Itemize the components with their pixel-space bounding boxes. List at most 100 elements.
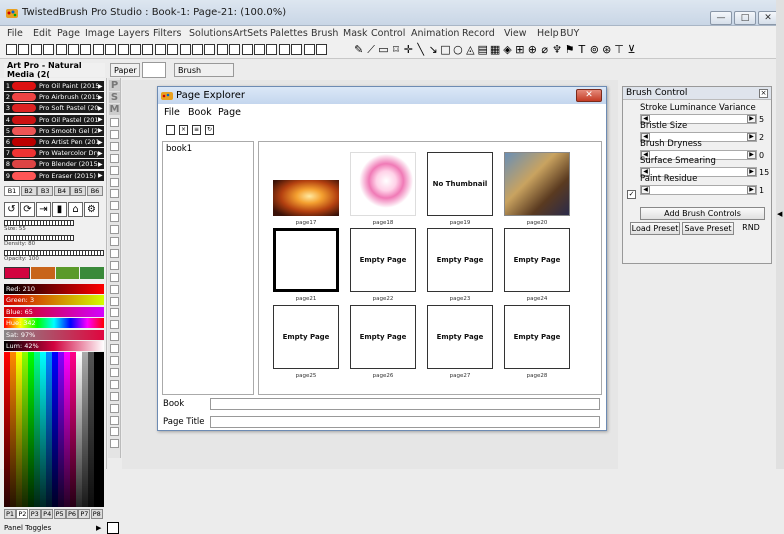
color-slider[interactable]: Red: 210 [4, 284, 104, 294]
swatch-red[interactable] [4, 267, 30, 279]
toolbar-tool-4-icon[interactable] [43, 44, 55, 55]
strip-slot-16[interactable] [110, 296, 119, 306]
menu-control[interactable]: Control [371, 28, 405, 39]
swatch-orange[interactable] [30, 267, 55, 279]
toolbar-tool-47-icon[interactable]: T [576, 44, 587, 55]
toolbar-tool-51-icon[interactable]: ⊻ [626, 44, 637, 55]
page-explorer-menu-page[interactable]: Page [218, 107, 241, 118]
toolbar-tool-35-icon[interactable]: ↘ [428, 44, 439, 55]
toolbar-tool-14-icon[interactable] [167, 44, 179, 55]
menu-layers[interactable]: Layers [118, 28, 149, 39]
side-letter-s[interactable]: S [109, 92, 120, 103]
toolbar-tool-40-icon[interactable]: ▦ [490, 44, 501, 55]
strip-slot-10[interactable] [110, 225, 119, 235]
brush-arrow-icon[interactable]: ▶ [98, 116, 104, 123]
brush-arrow-icon[interactable]: ▶ [98, 105, 104, 112]
toolbar-tool-26-icon[interactable] [316, 44, 327, 55]
toolbar-tool-23-icon[interactable] [278, 44, 290, 55]
toolbar-tool-2-icon[interactable] [18, 44, 30, 55]
panel-toggles-box[interactable] [107, 522, 119, 534]
strip-slot-15[interactable] [110, 284, 119, 294]
strip-slot-24[interactable] [110, 391, 119, 401]
page-thumbnail[interactable] [350, 152, 416, 216]
page-thumbnail[interactable] [504, 152, 570, 216]
toolbar-tool-16-icon[interactable] [192, 44, 203, 55]
toolbar-tool-10-icon[interactable] [117, 44, 129, 55]
page-thumbnail[interactable]: Empty Page [350, 228, 416, 292]
brush-item[interactable]: 7 Pro Watercolor Dry 2▶ [4, 148, 104, 159]
menu-edit[interactable]: Edit [33, 28, 51, 39]
page-thumbnail[interactable] [273, 180, 339, 216]
strip-slot-4[interactable] [110, 153, 119, 163]
slider-right-icon[interactable]: ▶ [747, 115, 756, 123]
toolbar-tool-32-icon[interactable]: ⌑ [390, 44, 401, 55]
strip-slot-12[interactable] [110, 248, 119, 258]
menu-image[interactable]: Image [85, 28, 115, 39]
brush-page-tab-b3[interactable]: B3 [37, 186, 54, 196]
toolbar-tool-43-icon[interactable]: ⊕ [527, 44, 538, 55]
brush-item[interactable]: 1 Pro Oil Paint (2015) ▶ [4, 81, 104, 91]
brush-page-tab-b2[interactable]: B2 [20, 186, 37, 196]
maximize-button[interactable]: □ [734, 11, 756, 25]
page-thumbnail[interactable]: Empty Page [350, 305, 416, 369]
color-palette-grid[interactable] [4, 352, 104, 507]
menu-page[interactable]: Page [57, 28, 80, 39]
brush-tool-2-icon[interactable]: ⟳ [20, 202, 35, 217]
page-thumbnail[interactable]: Empty Page [273, 305, 339, 369]
toolbar-tool-37-icon[interactable]: ○ [452, 44, 463, 55]
toolbar-tool-42-icon[interactable]: ⊞ [514, 44, 525, 55]
strip-slot-13[interactable] [110, 260, 119, 270]
strip-slot-22[interactable] [110, 367, 119, 377]
brush-page-tab-b6[interactable]: B6 [87, 186, 103, 196]
page-explorer-close-button[interactable]: ✕ [576, 89, 602, 102]
menu-view[interactable]: View [504, 28, 527, 39]
palette-page-tab-p1[interactable]: P1 [4, 509, 16, 519]
brush-arrow-icon[interactable]: ▶ [98, 139, 104, 146]
close-button[interactable]: ✕ [758, 11, 778, 25]
toolbar-tool-17-icon[interactable] [204, 44, 216, 55]
brush-page-tab-b1[interactable]: B1 [4, 186, 20, 196]
palette-page-tab-p5[interactable]: P5 [53, 509, 66, 519]
new-page-icon[interactable] [166, 125, 175, 135]
delete-page-icon[interactable]: × [179, 125, 188, 135]
toolbar-tool-13-icon[interactable] [154, 44, 166, 55]
toolbar-tool-1-icon[interactable] [6, 44, 17, 55]
swatch-green[interactable] [55, 267, 80, 279]
page-thumbnail[interactable]: Empty Page [427, 228, 493, 292]
brush-arrow-icon[interactable]: ▶ [98, 94, 104, 101]
toolbar-tool-28-icon[interactable] [341, 44, 352, 55]
brush-tool-5-icon[interactable]: ⌂ [68, 202, 83, 217]
strip-slot-19[interactable] [110, 332, 119, 342]
page-props-icon[interactable]: ≡ [192, 125, 201, 135]
random-button[interactable]: RND [737, 222, 765, 235]
slider-right-icon[interactable]: ▶ [747, 168, 756, 177]
page-thumbnail[interactable]: Empty Page [427, 305, 493, 369]
brush-arrow-icon[interactable]: ▶ [98, 127, 104, 134]
menu-buy[interactable]: BUY [560, 28, 579, 39]
slider-right-icon[interactable]: ▶ [747, 150, 756, 159]
brush-item[interactable]: 4 Pro Oil Pastel (2015)▶ [4, 114, 104, 125]
menu-record[interactable]: Record [462, 28, 495, 39]
toolbar-tool-34-icon[interactable]: ╲ [415, 44, 426, 55]
palette-page-tab-p7[interactable]: P7 [78, 509, 91, 519]
strip-slot-2[interactable] [110, 129, 119, 139]
load-preset-button[interactable]: Load Preset [630, 222, 680, 235]
strip-slot-27[interactable] [110, 427, 119, 437]
strip-slot-23[interactable] [110, 379, 119, 389]
toolbar-tool-9-icon[interactable] [105, 44, 117, 55]
artset-name[interactable]: Art Pro - Natural Media (2( [4, 61, 105, 79]
strip-slot-9[interactable] [110, 213, 119, 223]
toolbar-tool-7-icon[interactable] [80, 44, 92, 55]
palette-page-tab-p8[interactable]: P8 [90, 509, 103, 519]
toolbar-tool-8-icon[interactable] [92, 44, 104, 55]
minimize-button[interactable]: — [710, 11, 732, 25]
menu-file[interactable]: File [7, 28, 23, 39]
strip-slot-7[interactable] [110, 189, 119, 199]
toolbar-tool-31-icon[interactable]: ▭ [378, 44, 389, 55]
book-field[interactable] [210, 398, 600, 410]
palette-page-tab-p6[interactable]: P6 [66, 509, 78, 519]
color-slider[interactable]: Sat: 97% [4, 329, 104, 340]
toolbar-tool-12-icon[interactable] [142, 44, 154, 55]
add-brush-controls-button[interactable]: Add Brush Controls [640, 207, 765, 220]
strip-slot-5[interactable] [110, 165, 119, 175]
